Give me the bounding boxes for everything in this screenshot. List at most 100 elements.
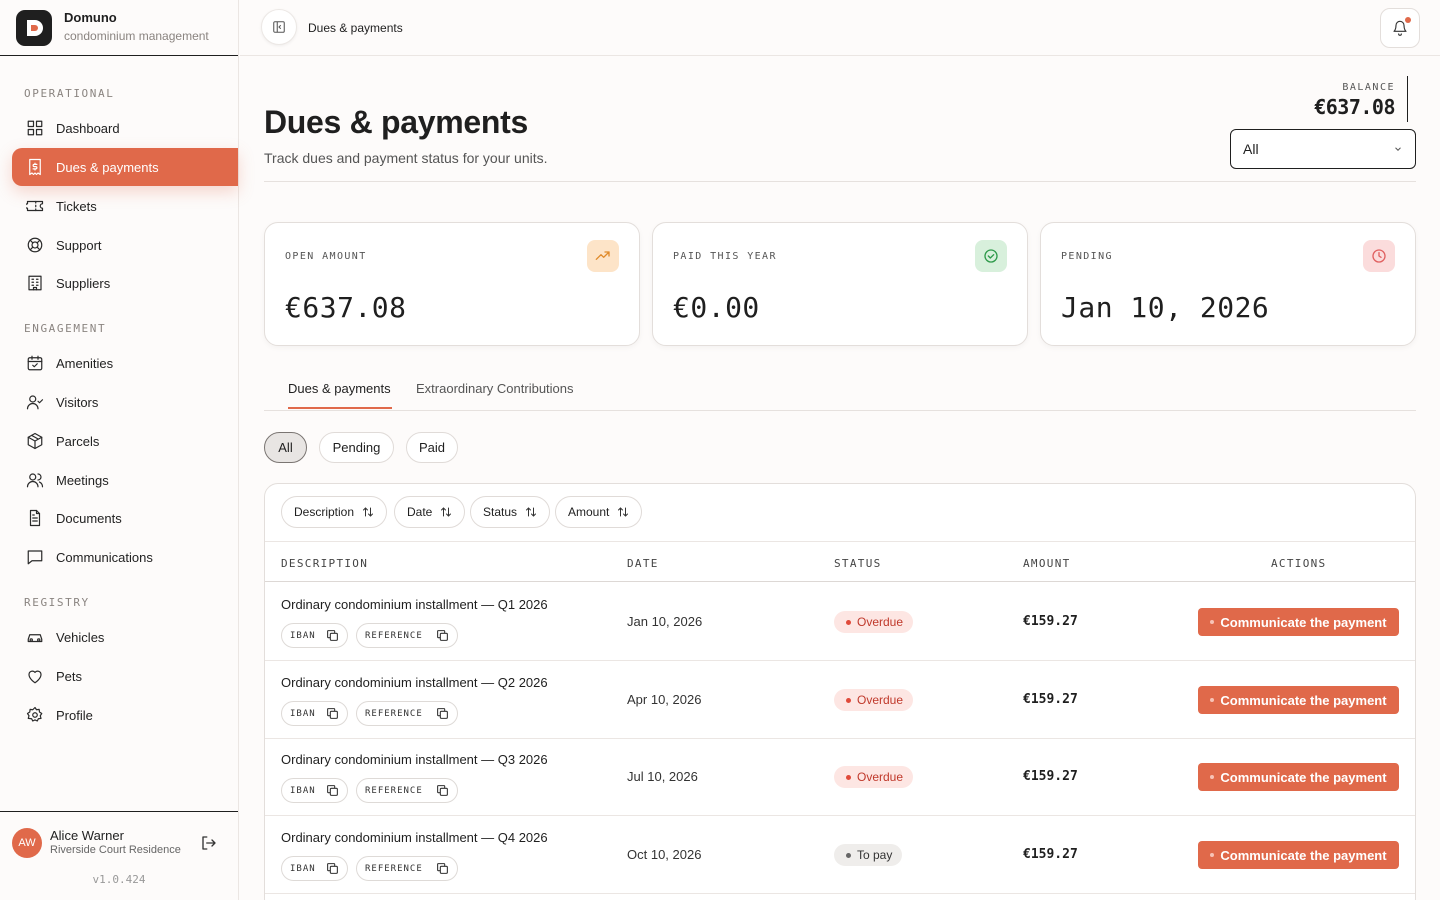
grid-icon bbox=[27, 120, 43, 136]
communicate-payment-button[interactable]: Communicate the payment bbox=[1198, 763, 1399, 791]
brand[interactable]: Domuno condominium management bbox=[0, 0, 238, 56]
topbar: Dues & payments bbox=[240, 0, 1440, 56]
sidebar-item-dashboard[interactable]: Dashboard bbox=[12, 109, 238, 147]
filter-pending[interactable]: Pending bbox=[319, 432, 394, 463]
copy-iban-chip[interactable]: IBAN bbox=[281, 623, 348, 648]
copy-icon bbox=[327, 785, 338, 796]
card-label: OPEN AMOUNT bbox=[285, 251, 367, 262]
heart-icon bbox=[28, 670, 42, 684]
building-icon bbox=[28, 275, 42, 291]
sidebar-item-label: Parcels bbox=[56, 433, 100, 449]
sidebar-item-support[interactable]: Support bbox=[12, 226, 238, 264]
sort-status-button[interactable]: Status bbox=[470, 496, 551, 528]
sidebar-toggle-button[interactable] bbox=[261, 9, 297, 45]
check-circle-icon bbox=[975, 240, 1007, 272]
sidebar: Domuno condominium management OPERATIONA… bbox=[0, 0, 239, 900]
tab-dues-payments[interactable]: Dues & payments bbox=[288, 381, 391, 396]
header-divider bbox=[264, 181, 1416, 182]
table-row: Ordinary condominium installment — Q4 20… bbox=[265, 816, 1415, 894]
open-amount-card: OPEN AMOUNT €637.08 bbox=[264, 222, 640, 346]
status-text: Overdue bbox=[857, 615, 904, 629]
communicate-payment-button[interactable]: Communicate the payment bbox=[1198, 608, 1399, 636]
sidebar-item-vehicles[interactable]: Vehicles bbox=[12, 618, 238, 656]
sidebar-item-dues-payments[interactable]: Dues & payments bbox=[12, 148, 238, 186]
breadcrumb: Dues & payments bbox=[308, 21, 403, 35]
copy-icon bbox=[437, 863, 448, 874]
sidebar-item-amenities[interactable]: Amenities bbox=[12, 344, 238, 382]
chip-label: IBAN bbox=[290, 785, 316, 796]
paid-this-year-card: PAID THIS YEAR €0.00 bbox=[652, 222, 1028, 346]
brand-subtitle: condominium management bbox=[64, 29, 209, 44]
row-amount: €159.27 bbox=[1023, 692, 1078, 707]
sidebar-item-profile[interactable]: Profile bbox=[12, 696, 238, 734]
sidebar-item-label: Meetings bbox=[56, 472, 109, 488]
sidebar-item-visitors[interactable]: Visitors bbox=[12, 383, 238, 421]
sidebar-item-communications[interactable]: Communications bbox=[12, 538, 238, 576]
copy-iban-chip[interactable]: IBAN bbox=[281, 856, 348, 881]
unit-select[interactable]: All bbox=[1230, 129, 1416, 169]
sidebar-item-tickets[interactable]: Tickets bbox=[12, 187, 238, 225]
status-badge: To pay bbox=[834, 844, 903, 866]
sort-icon bbox=[363, 507, 374, 517]
copy-icon bbox=[327, 708, 338, 719]
copy-reference-chip[interactable]: REFERENCE bbox=[356, 856, 458, 881]
filter-paid[interactable]: Paid bbox=[406, 432, 458, 463]
payments-table: Description Date Status Amount DESCRIPTI… bbox=[264, 483, 1416, 900]
balance-value: €637.08 bbox=[1314, 95, 1395, 119]
copy-reference-chip[interactable]: REFERENCE bbox=[356, 778, 458, 803]
status-badge: Overdue bbox=[834, 689, 914, 711]
gear-icon bbox=[26, 706, 43, 722]
table-row: Ordinary condominium installment — Q1 20… bbox=[265, 583, 1415, 661]
calendar-check-icon bbox=[27, 355, 43, 371]
sidebar-item-label: Dues & payments bbox=[56, 159, 159, 175]
sidebar-item-meetings[interactable]: Meetings bbox=[12, 461, 238, 499]
sidebar-item-parcels[interactable]: Parcels bbox=[12, 422, 238, 460]
copy-iban-chip[interactable]: IBAN bbox=[281, 701, 348, 726]
chip-label: IBAN bbox=[290, 863, 316, 874]
copy-reference-chip[interactable]: REFERENCE bbox=[356, 701, 458, 726]
copy-reference-chip[interactable]: REFERENCE bbox=[356, 623, 458, 648]
row-description: Ordinary condominium installment — Q1 20… bbox=[281, 597, 548, 612]
sort-description-button[interactable]: Description bbox=[281, 496, 388, 528]
sidebar-item-label: Vehicles bbox=[56, 629, 105, 645]
sidebar-item-pets[interactable]: Pets bbox=[12, 657, 238, 695]
tabs-divider bbox=[264, 410, 1416, 411]
sidebar-item-label: Support bbox=[56, 237, 102, 253]
sort-label: Date bbox=[407, 505, 433, 519]
pending-card: PENDING Jan 10, 2026 bbox=[1040, 222, 1416, 346]
filter-all[interactable]: All bbox=[264, 432, 307, 463]
sort-date-button[interactable]: Date bbox=[394, 496, 466, 528]
card-value: €0.00 bbox=[673, 291, 760, 324]
sort-label: Status bbox=[483, 505, 518, 519]
action-label: Communicate the payment bbox=[1220, 692, 1387, 708]
row-date: Jan 10, 2026 bbox=[627, 614, 703, 629]
app-version: v1.0.424 bbox=[92, 873, 146, 886]
communicate-payment-button[interactable]: Communicate the payment bbox=[1198, 841, 1399, 869]
logout-icon[interactable] bbox=[200, 834, 218, 852]
communicate-payment-button[interactable]: Communicate the payment bbox=[1198, 686, 1399, 714]
avatar[interactable]: AW bbox=[12, 828, 42, 858]
sort-amount-button[interactable]: Amount bbox=[555, 496, 643, 528]
balance-label: BALANCE bbox=[1342, 82, 1395, 93]
row-amount: €159.27 bbox=[1023, 847, 1078, 862]
ticket-icon bbox=[26, 200, 44, 212]
chip-label: REFERENCE bbox=[365, 785, 423, 796]
notifications-button[interactable] bbox=[1380, 8, 1420, 48]
sidebar-item-label: Communications bbox=[56, 549, 153, 565]
copy-iban-chip[interactable]: IBAN bbox=[281, 778, 348, 803]
sidebar-item-documents[interactable]: Documents bbox=[12, 499, 238, 537]
sidebar-item-label: Visitors bbox=[56, 394, 99, 410]
column-header-amount: AMOUNT bbox=[1023, 557, 1071, 570]
notification-dot bbox=[1405, 17, 1411, 23]
chip-label: IBAN bbox=[290, 630, 316, 641]
sidebar-item-label: Documents bbox=[56, 510, 122, 526]
tab-extraordinary-contributions[interactable]: Extraordinary Contributions bbox=[416, 381, 574, 396]
sidebar-item-suppliers[interactable]: Suppliers bbox=[12, 264, 238, 302]
column-header-date: DATE bbox=[627, 557, 659, 570]
card-label: PAID THIS YEAR bbox=[673, 251, 777, 262]
page-subtitle: Track dues and payment status for your u… bbox=[264, 150, 548, 166]
section-label-operational: OPERATIONAL bbox=[24, 87, 115, 100]
chip-label: REFERENCE bbox=[365, 708, 423, 719]
chevron-down-icon bbox=[1395, 147, 1401, 151]
status-text: Overdue bbox=[857, 770, 904, 784]
